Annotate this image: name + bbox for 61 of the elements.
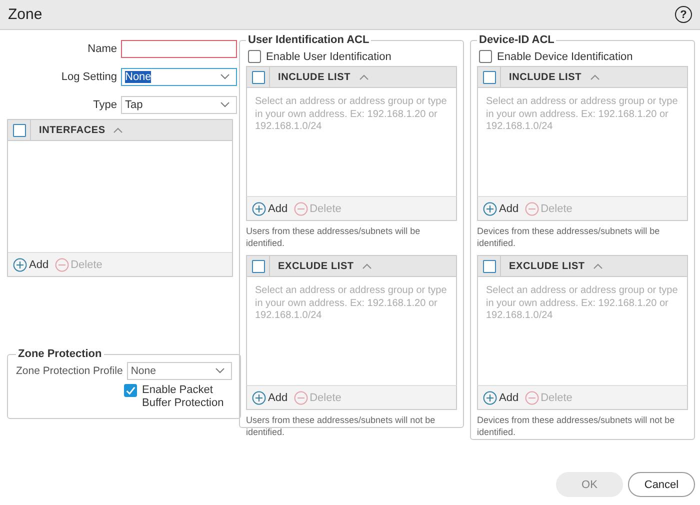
chevron-down-icon — [220, 102, 230, 108]
add-button[interactable]: Add — [13, 258, 49, 272]
add-button[interactable]: Add — [252, 390, 288, 405]
caret-up-icon — [592, 263, 603, 270]
plus-circle-icon — [252, 390, 266, 405]
help-text: Users from these addresses/subnets will be identified. — [246, 226, 422, 250]
cancel-button[interactable]: Cancel — [628, 472, 695, 497]
checkbox[interactable] — [252, 260, 264, 273]
field-label: Type — [92, 99, 117, 111]
name-field[interactable] — [121, 40, 237, 58]
column-header[interactable]: INCLUDE LIST — [278, 72, 350, 82]
checkbox-label: Enable Packet Buffer Protection — [142, 384, 225, 410]
select-field[interactable]: Tap — [121, 96, 237, 114]
help-text: Devices from these addresses/subnets will not be identified. — [477, 415, 676, 439]
window-title: Zone — [8, 6, 42, 23]
checkbox[interactable] — [482, 260, 496, 273]
column-header[interactable]: INTERFACES — [39, 124, 106, 136]
add-button[interactable]: Add — [252, 202, 288, 216]
group-legend: Zone Protection — [16, 348, 104, 360]
address-field[interactable]: Select an address or address group or type in your own address. Ex: 192.168.1.20 or 192.168.1.0/24 — [477, 88, 688, 196]
help-text: Users from these addresses/subnets will not be identified. — [246, 415, 436, 439]
column-header[interactable]: INCLUDE LIST — [509, 72, 582, 82]
checkbox[interactable] — [248, 50, 261, 63]
group-legend: Device-ID ACL — [477, 34, 556, 46]
caret-up-icon — [362, 263, 372, 270]
address-field[interactable]: Select an address or address group or type in your own address. Ex: 192.168.1.20 or 192.168.1.0/24 — [246, 88, 457, 196]
checkbox[interactable] — [124, 384, 137, 397]
add-button[interactable]: Add — [483, 390, 519, 405]
plus-circle-icon — [13, 258, 27, 272]
add-button[interactable]: Add — [483, 202, 519, 216]
minus-circle-icon — [524, 202, 539, 216]
minus-circle-icon — [294, 202, 308, 216]
help-button[interactable]: ? — [675, 6, 692, 23]
plus-circle-icon — [252, 202, 266, 216]
column-header[interactable]: EXCLUDE LIST — [278, 260, 354, 272]
checkbox[interactable] — [252, 70, 264, 84]
caret-up-icon — [358, 74, 368, 80]
field-label: Name — [86, 43, 117, 55]
address-field[interactable]: Select an address or address group or type in your own address. Ex: 192.168.1.20 or 192.168.1.0/24 — [246, 277, 457, 386]
caret-up-icon — [590, 74, 600, 80]
help-text: Devices from these addresses/subnets will be identified. — [477, 226, 661, 250]
plus-circle-icon — [483, 390, 497, 405]
chevron-down-icon — [215, 368, 225, 374]
minus-circle-icon — [294, 390, 308, 405]
field-label: Log Setting — [60, 71, 117, 83]
caret-up-icon — [113, 127, 124, 133]
select-field[interactable]: None — [126, 362, 232, 380]
checkbox-label: Enable User Identification — [266, 50, 392, 62]
select-field[interactable]: None — [121, 68, 237, 86]
checkbox[interactable] — [482, 70, 496, 84]
checkbox[interactable] — [479, 50, 492, 63]
address-field[interactable]: Select an address or address group or type in your own address. Ex: 192.168.1.20 or 192.168.1.0/24 — [477, 277, 688, 386]
minus-circle-icon — [54, 258, 69, 272]
checkbox-label: Enable Device Identification — [497, 50, 633, 62]
plus-circle-icon — [483, 202, 497, 216]
column-header[interactable]: EXCLUDE LIST — [509, 260, 585, 272]
field-label: Zone Protection Profile — [16, 365, 123, 377]
checkbox[interactable] — [12, 124, 26, 136]
chevron-down-icon — [220, 74, 230, 80]
minus-circle-icon — [524, 390, 539, 405]
group-legend: User Identification ACL — [246, 34, 372, 46]
